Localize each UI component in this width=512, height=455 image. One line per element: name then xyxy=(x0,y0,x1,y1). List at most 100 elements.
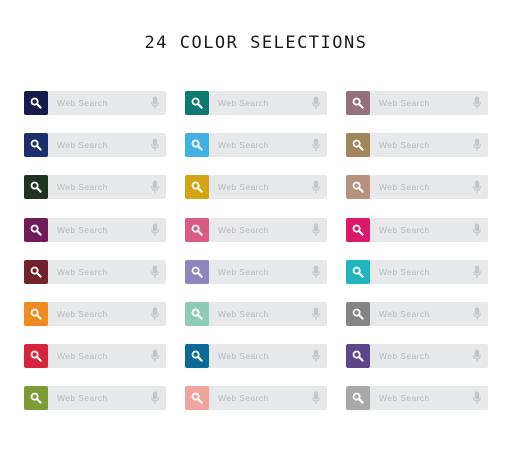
microphone-icon[interactable] xyxy=(473,138,481,152)
microphone-icon[interactable] xyxy=(473,349,481,363)
magnifier-icon xyxy=(352,308,364,320)
search-bar-grid: Web Search Web Search Web Search Web Search… xyxy=(0,0,512,455)
search-button[interactable] xyxy=(346,386,370,410)
magnifier-icon xyxy=(30,224,42,236)
magnifier-icon xyxy=(30,97,42,109)
search-bar[interactable]: Web Search xyxy=(346,175,488,199)
search-bar[interactable]: Web Search xyxy=(185,91,327,115)
search-placeholder: Web Search xyxy=(57,267,108,277)
search-bar[interactable]: Web Search xyxy=(24,175,166,199)
search-button[interactable] xyxy=(24,175,48,199)
microphone-icon[interactable] xyxy=(151,307,159,321)
search-bar[interactable]: Web Search xyxy=(185,218,327,242)
search-placeholder: Web Search xyxy=(379,351,430,361)
search-button[interactable] xyxy=(24,344,48,368)
search-placeholder: Web Search xyxy=(57,182,108,192)
search-button[interactable] xyxy=(185,302,209,326)
magnifier-icon xyxy=(191,97,203,109)
search-button[interactable] xyxy=(24,260,48,284)
microphone-icon[interactable] xyxy=(473,180,481,194)
magnifier-icon xyxy=(30,181,42,193)
search-placeholder: Web Search xyxy=(379,98,430,108)
search-bar[interactable]: Web Search xyxy=(346,344,488,368)
microphone-icon[interactable] xyxy=(473,391,481,405)
microphone-icon[interactable] xyxy=(473,96,481,110)
search-bar[interactable]: Web Search xyxy=(24,386,166,410)
microphone-icon[interactable] xyxy=(151,180,159,194)
search-placeholder: Web Search xyxy=(379,309,430,319)
search-button[interactable] xyxy=(346,218,370,242)
search-placeholder: Web Search xyxy=(57,225,108,235)
search-bar[interactable]: Web Search xyxy=(346,91,488,115)
search-bar[interactable]: Web Search xyxy=(24,133,166,157)
search-placeholder: Web Search xyxy=(379,267,430,277)
search-button[interactable] xyxy=(346,175,370,199)
search-bar[interactable]: Web Search xyxy=(24,91,166,115)
search-bar[interactable]: Web Search xyxy=(346,386,488,410)
microphone-icon[interactable] xyxy=(151,265,159,279)
search-button[interactable] xyxy=(185,344,209,368)
search-placeholder: Web Search xyxy=(218,309,269,319)
microphone-icon[interactable] xyxy=(473,223,481,237)
microphone-icon[interactable] xyxy=(151,223,159,237)
search-button[interactable] xyxy=(185,175,209,199)
search-placeholder: Web Search xyxy=(379,225,430,235)
search-bar[interactable]: Web Search xyxy=(24,260,166,284)
search-button[interactable] xyxy=(24,133,48,157)
search-bar[interactable]: Web Search xyxy=(346,302,488,326)
microphone-icon[interactable] xyxy=(312,391,320,405)
microphone-icon[interactable] xyxy=(312,138,320,152)
search-button[interactable] xyxy=(185,386,209,410)
search-button[interactable] xyxy=(346,344,370,368)
search-placeholder: Web Search xyxy=(218,393,269,403)
search-bar[interactable]: Web Search xyxy=(346,133,488,157)
search-bar[interactable]: Web Search xyxy=(185,260,327,284)
search-bar[interactable]: Web Search xyxy=(24,344,166,368)
magnifier-icon xyxy=(352,97,364,109)
search-button[interactable] xyxy=(185,91,209,115)
search-placeholder: Web Search xyxy=(57,140,108,150)
search-button[interactable] xyxy=(346,302,370,326)
magnifier-icon xyxy=(352,392,364,404)
search-button[interactable] xyxy=(24,218,48,242)
search-bar[interactable]: Web Search xyxy=(24,302,166,326)
search-button[interactable] xyxy=(24,302,48,326)
microphone-icon[interactable] xyxy=(151,96,159,110)
search-bar[interactable]: Web Search xyxy=(185,302,327,326)
search-bar[interactable]: Web Search xyxy=(24,218,166,242)
microphone-icon[interactable] xyxy=(151,349,159,363)
microphone-icon[interactable] xyxy=(312,307,320,321)
search-button[interactable] xyxy=(346,91,370,115)
microphone-icon[interactable] xyxy=(312,223,320,237)
search-bar[interactable]: Web Search xyxy=(185,175,327,199)
search-bar[interactable]: Web Search xyxy=(346,218,488,242)
magnifier-icon xyxy=(191,308,203,320)
magnifier-icon xyxy=(30,350,42,362)
search-bar[interactable]: Web Search xyxy=(346,260,488,284)
microphone-icon[interactable] xyxy=(151,391,159,405)
magnifier-icon xyxy=(30,266,42,278)
search-bar[interactable]: Web Search xyxy=(185,133,327,157)
search-button[interactable] xyxy=(185,260,209,284)
microphone-icon[interactable] xyxy=(312,349,320,363)
search-button[interactable] xyxy=(346,260,370,284)
search-placeholder: Web Search xyxy=(218,225,269,235)
search-placeholder: Web Search xyxy=(57,351,108,361)
search-button[interactable] xyxy=(24,386,48,410)
magnifier-icon xyxy=(30,392,42,404)
search-bar[interactable]: Web Search xyxy=(185,386,327,410)
magnifier-icon xyxy=(352,139,364,151)
microphone-icon[interactable] xyxy=(312,180,320,194)
microphone-icon[interactable] xyxy=(151,138,159,152)
microphone-icon[interactable] xyxy=(312,96,320,110)
search-placeholder: Web Search xyxy=(218,351,269,361)
search-bar[interactable]: Web Search xyxy=(185,344,327,368)
microphone-icon[interactable] xyxy=(473,265,481,279)
magnifier-icon xyxy=(352,224,364,236)
search-button[interactable] xyxy=(24,91,48,115)
search-button[interactable] xyxy=(346,133,370,157)
microphone-icon[interactable] xyxy=(312,265,320,279)
microphone-icon[interactable] xyxy=(473,307,481,321)
search-button[interactable] xyxy=(185,133,209,157)
search-button[interactable] xyxy=(185,218,209,242)
